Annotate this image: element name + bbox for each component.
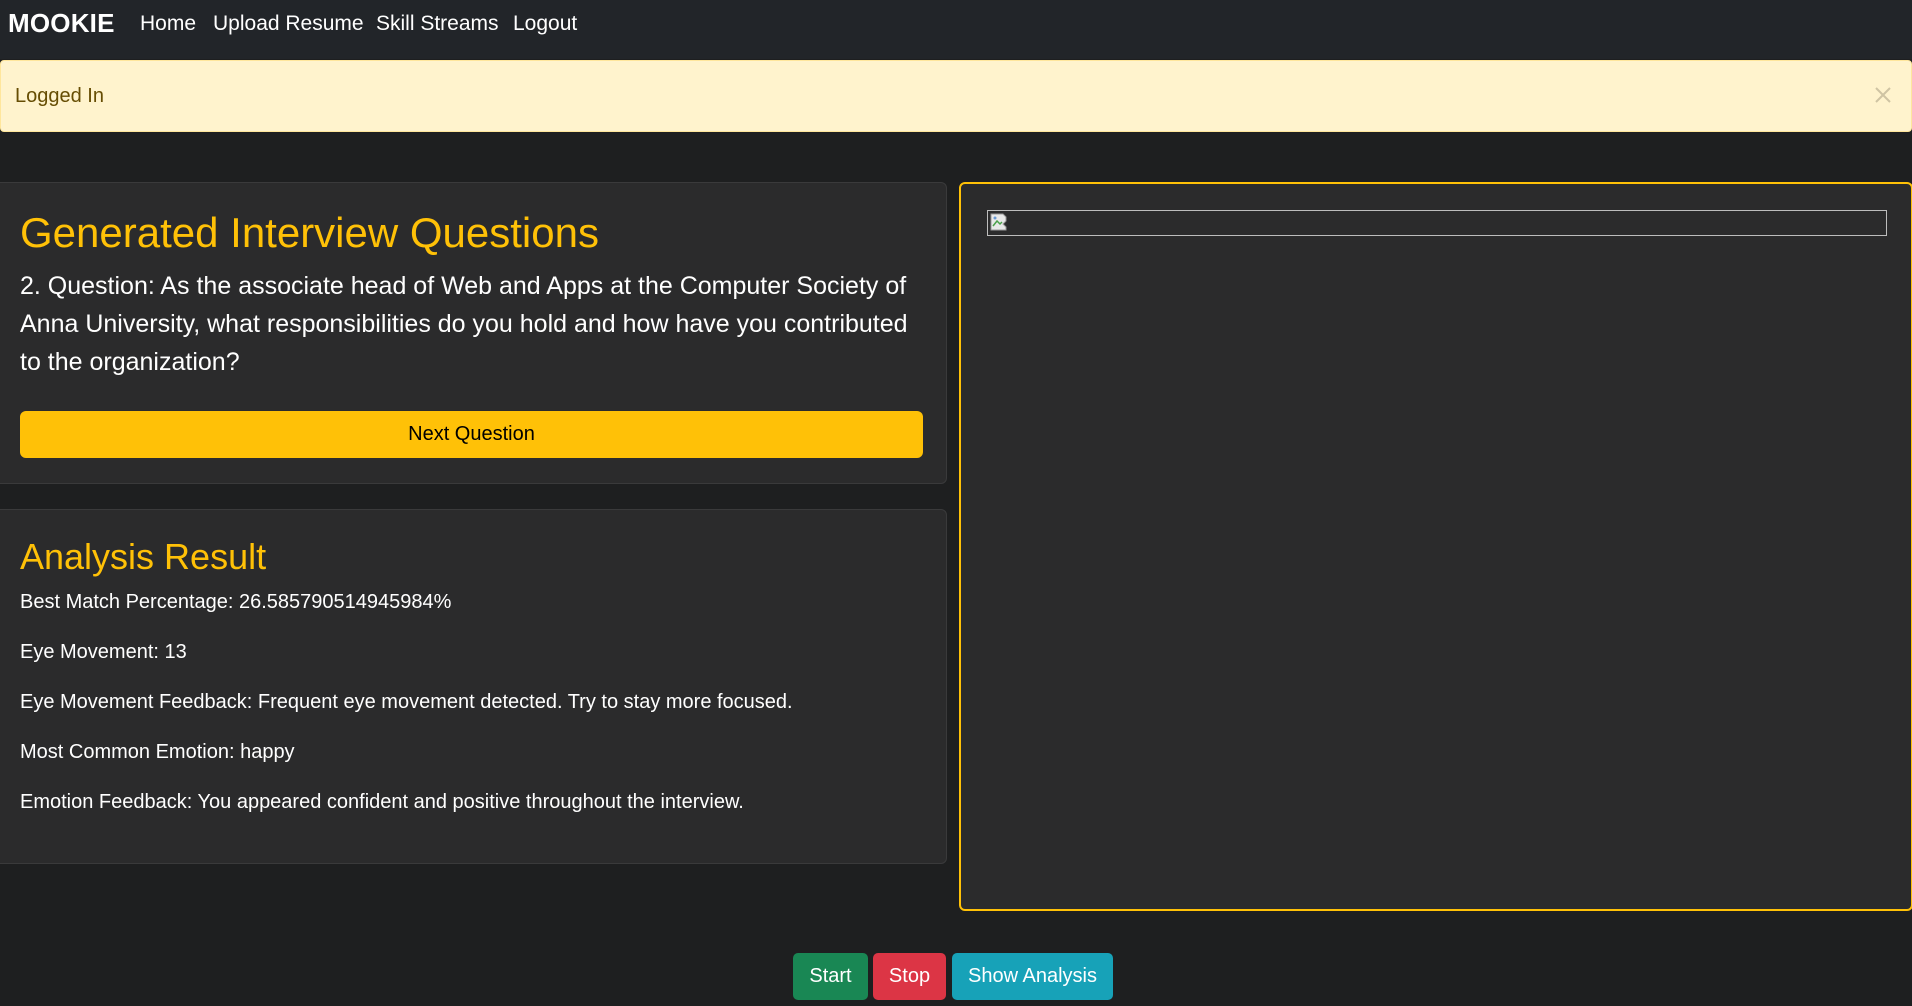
video-feed-panel xyxy=(959,182,1912,911)
nav-link-home[interactable]: Home xyxy=(140,12,196,36)
nav-link-logout[interactable]: Logout xyxy=(513,12,577,36)
best-match-line: Best Match Percentage: 26.58579051494598… xyxy=(20,591,452,613)
navbar: MOOKIE Home Upload Resume Skill Streams … xyxy=(0,0,1912,59)
emotion-feedback-line: Emotion Feedback: You appeared confident… xyxy=(20,791,744,813)
questions-heading: Generated Interview Questions xyxy=(20,209,599,256)
eye-movement-line: Eye Movement: 13 xyxy=(20,641,187,663)
questions-card: Generated Interview Questions 2. Questio… xyxy=(0,182,947,484)
nav-link-skill-streams[interactable]: Skill Streams xyxy=(376,12,499,36)
show-analysis-button[interactable]: Show Analysis xyxy=(952,953,1113,1000)
alert-message: Logged In xyxy=(15,85,104,107)
login-alert: Logged In xyxy=(0,60,1912,132)
video-feed-image xyxy=(987,210,1887,236)
analysis-card: Analysis Result Best Match Percentage: 2… xyxy=(0,509,947,864)
broken-image-icon xyxy=(989,212,1009,232)
brand-logo[interactable]: MOOKIE xyxy=(8,8,115,39)
stop-button[interactable]: Stop xyxy=(873,953,946,1000)
emotion-line: Most Common Emotion: happy xyxy=(20,741,295,763)
nav-link-upload-resume[interactable]: Upload Resume xyxy=(213,12,364,36)
start-button[interactable]: Start xyxy=(793,953,868,1000)
analysis-heading: Analysis Result xyxy=(20,536,267,577)
close-icon[interactable] xyxy=(1871,83,1895,107)
question-text: 2. Question: As the associate head of We… xyxy=(20,272,908,376)
next-question-button[interactable]: Next Question xyxy=(20,411,923,458)
eye-movement-feedback-line: Eye Movement Feedback: Frequent eye move… xyxy=(20,691,793,713)
